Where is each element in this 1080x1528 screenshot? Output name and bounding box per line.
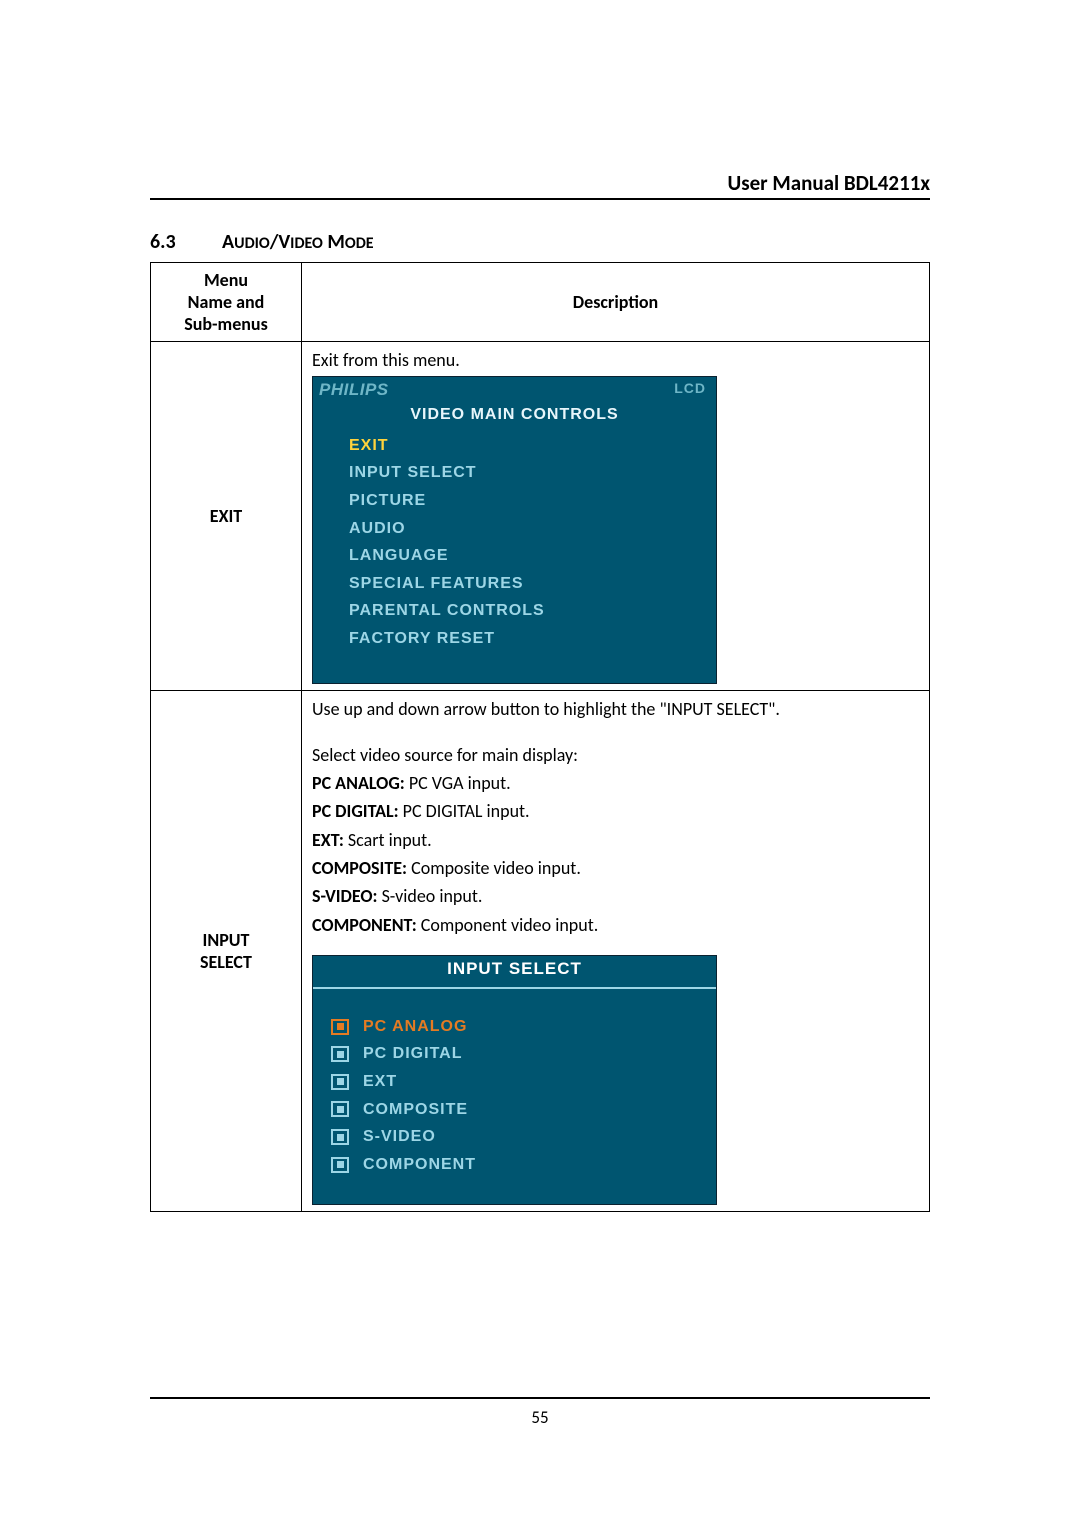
- table-header-row: Menu Name and Sub-menus Description: [151, 263, 930, 342]
- osd-divider: [313, 987, 716, 989]
- osd-badge: LCD: [674, 379, 706, 402]
- osd-item: EXIT: [313, 432, 716, 460]
- osd-item: AUDIO: [313, 515, 716, 543]
- col-desc-header: Description: [302, 263, 930, 342]
- checkbox-icon: [331, 1019, 349, 1035]
- section-number: 6.3: [150, 230, 222, 254]
- menu-table: Menu Name and Sub-menus Description EXIT…: [150, 262, 930, 1212]
- osd-brand: PHILIPS: [319, 379, 389, 402]
- osd-item: S-VIDEO: [313, 1123, 716, 1151]
- page-number: 55: [150, 1407, 930, 1428]
- osd-title: VIDEO MAIN CONTROLS: [313, 402, 716, 432]
- osd-item: FACTORY RESET: [313, 625, 716, 653]
- checkbox-icon: [331, 1101, 349, 1117]
- menu-name-exit: EXIT: [151, 342, 302, 691]
- desc-text: Use up and down arrow button to highligh…: [312, 697, 919, 721]
- col-menu-header: Menu Name and Sub-menus: [151, 263, 302, 342]
- section-heading: 6.3AUDIO/VIDEO MODE: [150, 230, 930, 254]
- page-footer: 55: [150, 1397, 930, 1428]
- osd-item: PC ANALOG: [313, 1013, 716, 1041]
- desc-line: PC DIGITAL: PC DIGITAL input.: [312, 799, 919, 823]
- menu-name-input-select: INPUT SELECT: [151, 690, 302, 1212]
- osd-screenshot-input-select: INPUT SELECT PC ANALOG PC DIGITAL EXT: [312, 955, 717, 1206]
- osd-item: LANGUAGE: [313, 542, 716, 570]
- desc-cell-exit: Exit from this menu. PHILIPS LCD VIDEO M…: [302, 342, 930, 691]
- table-row: INPUT SELECT Use up and down arrow butto…: [151, 690, 930, 1212]
- osd-item: INPUT SELECT: [313, 459, 716, 487]
- table-row: EXIT Exit from this menu. PHILIPS LCD VI…: [151, 342, 930, 691]
- osd-screenshot-main: PHILIPS LCD VIDEO MAIN CONTROLS EXIT INP…: [312, 376, 717, 683]
- desc-text: Select video source for main display:: [312, 743, 919, 767]
- page-title: User Manual BDL4211x: [727, 170, 930, 196]
- osd-item: PARENTAL CONTROLS: [313, 597, 716, 625]
- osd-item: COMPOSITE: [313, 1096, 716, 1124]
- desc-line: COMPOSITE: Composite video input.: [312, 856, 919, 880]
- desc-cell-input-select: Use up and down arrow button to highligh…: [302, 690, 930, 1212]
- checkbox-icon: [331, 1129, 349, 1145]
- header-rule: [150, 198, 930, 200]
- checkbox-icon: [331, 1074, 349, 1090]
- checkbox-icon: [331, 1046, 349, 1062]
- footer-rule: [150, 1397, 930, 1399]
- osd-item: PC DIGITAL: [313, 1040, 716, 1068]
- osd-item: SPECIAL FEATURES: [313, 570, 716, 598]
- checkbox-icon: [331, 1157, 349, 1173]
- desc-text: Exit from this menu.: [312, 348, 919, 372]
- osd-title: INPUT SELECT: [313, 956, 716, 983]
- osd-item: PICTURE: [313, 487, 716, 515]
- document-page: User Manual BDL4211x 6.3AUDIO/VIDEO MODE…: [0, 0, 1080, 1528]
- desc-line: PC ANALOG: PC VGA input.: [312, 771, 919, 795]
- osd-item: COMPONENT: [313, 1151, 716, 1179]
- desc-line: COMPONENT: Component video input.: [312, 913, 919, 937]
- desc-line: S-VIDEO: S-video input.: [312, 884, 919, 908]
- desc-line: EXT: Scart input.: [312, 828, 919, 852]
- osd-item: EXT: [313, 1068, 716, 1096]
